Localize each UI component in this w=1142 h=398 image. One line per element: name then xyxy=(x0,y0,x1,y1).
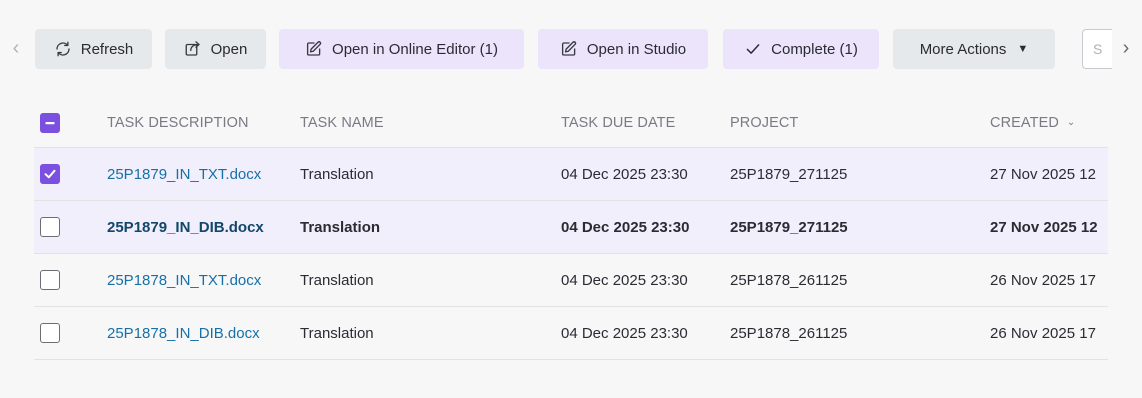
complete-button-label: Complete (1) xyxy=(771,40,858,58)
row-checkbox-cell xyxy=(40,148,62,200)
task-description-cell: 25P1879_IN_DIB.docx xyxy=(107,201,264,253)
scroll-right-icon[interactable]: › xyxy=(1118,36,1134,60)
task-description-link[interactable]: 25P1878_IN_DIB.docx xyxy=(107,325,260,342)
table-header: TASK DESCRIPTION TASK NAME TASK DUE DATE… xyxy=(34,98,1108,148)
select-all-checkbox[interactable] xyxy=(40,112,60,133)
caret-down-icon: ▼ xyxy=(1017,43,1029,55)
row-checkbox[interactable] xyxy=(40,270,60,290)
refresh-icon xyxy=(56,41,70,57)
sort-descending-icon[interactable]: ⌄ xyxy=(1067,117,1075,128)
task-table: TASK DESCRIPTION TASK NAME TASK DUE DATE… xyxy=(34,98,1108,362)
row-checkbox[interactable] xyxy=(40,323,60,343)
open-in-online-editor-label: Open in Online Editor (1) xyxy=(332,40,498,58)
created-cell: 26 Nov 2025 17 xyxy=(990,271,1096,289)
project-cell: 25P1879_271125 xyxy=(730,165,848,183)
table-row[interactable]: 25P1878_IN_DIB.docx Translation 04 Dec 2… xyxy=(34,307,1108,360)
created-cell: 27 Nov 2025 12 xyxy=(990,218,1098,236)
table-row[interactable]: 25P1879_IN_TXT.docx Translation 04 Dec 2… xyxy=(34,148,1108,201)
table-row[interactable]: 25P1879_IN_DIB.docx Translation 04 Dec 2… xyxy=(34,201,1108,254)
project-cell: 25P1879_271125 xyxy=(730,218,848,236)
checkmark-icon xyxy=(746,44,760,54)
refresh-button-label: Refresh xyxy=(80,40,134,58)
open-external-icon xyxy=(185,41,200,56)
open-in-online-editor-button[interactable]: Open in Online Editor (1) xyxy=(279,29,524,69)
column-header-task-description[interactable]: TASK DESCRIPTION xyxy=(107,98,249,147)
task-description-cell: 25P1878_IN_DIB.docx xyxy=(107,307,260,359)
search-input[interactable]: S xyxy=(1082,29,1112,69)
complete-button[interactable]: Complete (1) xyxy=(723,29,879,69)
toolbar: ‹ Refresh Open Open in Online Editor (1)… xyxy=(0,0,1142,98)
task-name-cell: Translation xyxy=(300,218,381,236)
column-header-created-label: CREATED xyxy=(990,114,1059,131)
column-header-task-name[interactable]: TASK NAME xyxy=(300,98,384,147)
created-cell: 26 Nov 2025 17 xyxy=(990,324,1096,342)
header-checkbox-cell xyxy=(40,98,62,147)
column-header-project[interactable]: PROJECT xyxy=(730,98,798,147)
project-cell: 25P1878_261125 xyxy=(730,324,848,342)
task-due-date-cell: 04 Dec 2025 23:30 xyxy=(561,218,690,236)
column-header-task-due-date[interactable]: TASK DUE DATE xyxy=(561,98,675,147)
table-row[interactable]: 25P1878_IN_TXT.docx Translation 04 Dec 2… xyxy=(34,254,1108,307)
row-checkbox[interactable] xyxy=(40,217,60,237)
task-description-link[interactable]: 25P1879_IN_DIB.docx xyxy=(107,219,264,236)
created-cell: 27 Nov 2025 12 xyxy=(990,165,1096,183)
scroll-left-icon[interactable]: ‹ xyxy=(8,36,24,60)
column-header-created[interactable]: CREATED ⌄ xyxy=(990,98,1075,147)
open-button-label: Open xyxy=(210,40,248,58)
task-due-date-cell: 04 Dec 2025 23:30 xyxy=(561,165,688,183)
edit-icon xyxy=(561,41,577,56)
task-description-link[interactable]: 25P1878_IN_TXT.docx xyxy=(107,272,261,289)
task-name-cell: Translation xyxy=(300,165,374,183)
task-description-cell: 25P1879_IN_TXT.docx xyxy=(107,148,261,200)
checkmark-icon xyxy=(44,169,56,179)
row-checkbox-cell xyxy=(40,307,62,359)
task-description-link[interactable]: 25P1879_IN_TXT.docx xyxy=(107,166,261,183)
task-due-date-cell: 04 Dec 2025 23:30 xyxy=(561,324,688,342)
open-in-studio-label: Open in Studio xyxy=(586,40,687,58)
open-in-studio-button[interactable]: Open in Studio xyxy=(538,29,708,69)
row-checkbox-cell xyxy=(40,201,62,253)
task-description-cell: 25P1878_IN_TXT.docx xyxy=(107,254,261,306)
edit-icon xyxy=(306,41,322,56)
task-name-cell: Translation xyxy=(300,324,374,342)
project-cell: 25P1878_261125 xyxy=(730,271,848,289)
row-checkbox[interactable] xyxy=(40,164,60,184)
refresh-button[interactable]: Refresh xyxy=(35,29,152,69)
task-name-cell: Translation xyxy=(300,271,374,289)
open-button[interactable]: Open xyxy=(165,29,266,69)
row-checkbox-cell xyxy=(40,254,62,306)
minus-icon xyxy=(45,121,55,124)
task-due-date-cell: 04 Dec 2025 23:30 xyxy=(561,271,688,289)
more-actions-label: More Actions xyxy=(919,40,1007,58)
more-actions-button[interactable]: More Actions ▼ xyxy=(893,29,1055,69)
